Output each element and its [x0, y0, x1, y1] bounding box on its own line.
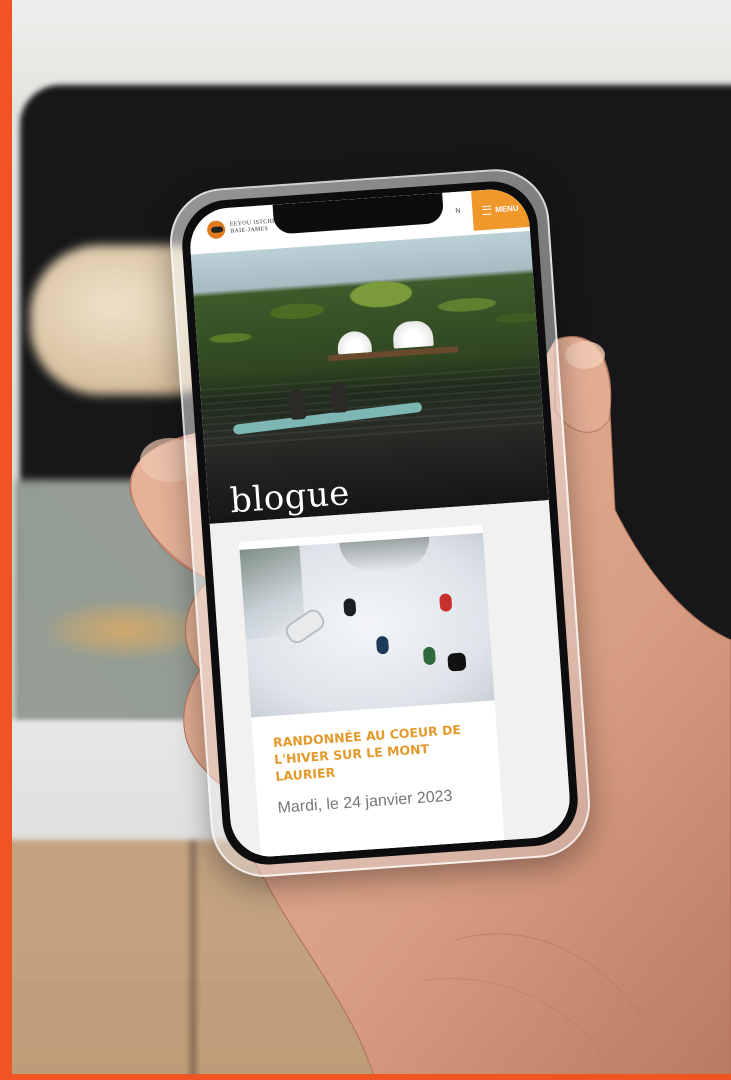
blog-post-card[interactable]: RANDONNÉE AU COEUR DE L'HIVER SUR LE MON…: [238, 524, 505, 858]
hero-banner: blogue: [190, 230, 549, 524]
hamburger-icon: [481, 204, 492, 215]
image-hiker: [343, 597, 357, 617]
hero-person: [288, 388, 307, 420]
site-logo[interactable]: EEYOU ISTCHEE BAIE-JAMES: [206, 216, 281, 240]
frame-border-left: [0, 0, 12, 1080]
image-hiker: [447, 652, 467, 672]
blog-post-title[interactable]: RANDONNÉE AU COEUR DE L'HIVER SUR LE MON…: [272, 719, 485, 785]
hero-forest: [192, 250, 540, 385]
header-language-label[interactable]: N: [455, 208, 461, 215]
blog-list: RANDONNÉE AU COEUR DE L'HIVER SUR LE MON…: [209, 500, 573, 860]
image-hiker: [422, 646, 437, 666]
smartphone: EEYOU ISTCHEE BAIE-JAMES N MENU blogue R…: [166, 165, 594, 881]
blog-post-date: Mardi, le 24 janvier 2023: [277, 787, 454, 817]
menu-button-label: MENU: [494, 203, 519, 214]
phone-body: EEYOU ISTCHEE BAIE-JAMES N MENU blogue R…: [179, 178, 581, 868]
menu-button[interactable]: MENU: [471, 186, 530, 231]
blog-post-image[interactable]: [239, 532, 495, 718]
brand-logo-icon: [206, 220, 226, 240]
brand-line-2: BAIE-JAMES: [230, 226, 269, 235]
phone-screen: EEYOU ISTCHEE BAIE-JAMES N MENU blogue R…: [187, 186, 573, 860]
image-snow-tree: [339, 536, 432, 573]
page-title: blogue: [228, 472, 352, 522]
image-hiker: [439, 593, 453, 613]
hero-person: [330, 382, 349, 414]
frame-border-bottom: [0, 1074, 731, 1080]
image-hiker: [375, 635, 390, 655]
